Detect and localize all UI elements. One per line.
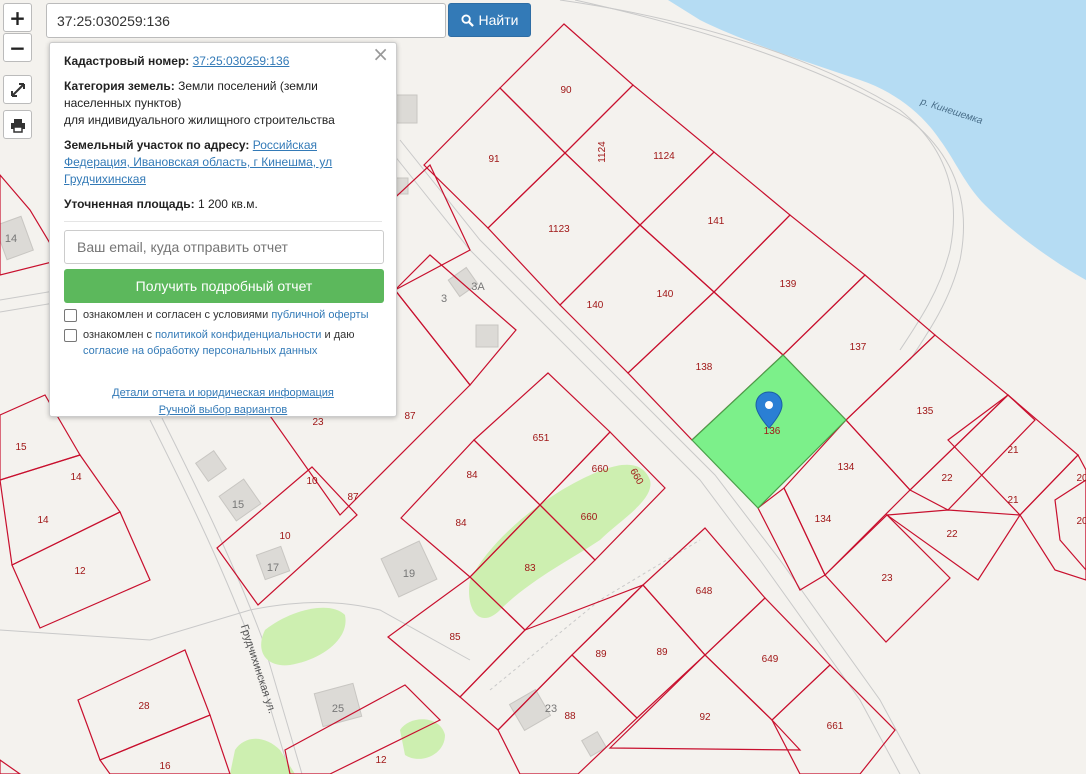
building-label: 3 [441, 293, 447, 305]
parcel-label: 136 [764, 426, 781, 437]
parcel-label: 1124 [653, 151, 675, 162]
parcel-label: 14 [70, 472, 82, 483]
building-label: 15 [232, 499, 244, 511]
parcel-label: 660 [581, 512, 598, 523]
parcel-label: 10 [306, 476, 318, 487]
parcel-info-popup: × Кадастровый номер: 37:25:030259:136 Ка… [49, 42, 397, 417]
search-button-label: Найти [478, 12, 519, 28]
parcel-label: 87 [347, 492, 359, 503]
parcel-label: 137 [850, 342, 867, 353]
parcel-label: 135 [917, 406, 934, 417]
search-icon [460, 13, 474, 27]
area-value: 1 200 кв.м. [197, 197, 258, 211]
checkbox-box[interactable] [64, 309, 77, 322]
parcel-label: 1124 [597, 141, 608, 163]
parcel-label: 90 [560, 85, 572, 96]
parcel-label: 84 [455, 518, 467, 529]
cadastral-label: Кадастровый номер: [64, 54, 190, 68]
parcel-label: 23 [881, 573, 893, 584]
checkbox-text: и даю [321, 329, 355, 341]
parcel-label: 12 [375, 755, 387, 766]
parcel-label: 12 [74, 566, 86, 577]
zoom-out-button[interactable]: − [3, 33, 32, 62]
parcel-label: 20 [1076, 473, 1086, 484]
parcel-label: 660 [592, 464, 609, 475]
parcel-label: 22 [941, 473, 953, 484]
park [400, 719, 445, 759]
category-label: Категория земель: [64, 79, 175, 93]
park [261, 607, 346, 666]
printer-icon [10, 118, 25, 133]
parcel-label: 1123 [548, 224, 570, 235]
parcel-label: 648 [696, 586, 713, 597]
checkbox-text: ознакомлен и согласен с условиями [83, 309, 272, 321]
building-label: 19 [403, 568, 415, 580]
parcel-label: 138 [696, 362, 713, 373]
parcel-label: 20 [1076, 516, 1086, 527]
area-label: Уточненная площадь: [64, 197, 195, 211]
parcel-label: 91 [488, 154, 500, 165]
building-label: 23 [545, 703, 557, 715]
parcel-label: 84 [466, 470, 478, 481]
parcel-label: 651 [533, 433, 550, 444]
offer-link[interactable]: публичной оферты [271, 309, 368, 321]
parcel-label: 134 [838, 462, 855, 473]
divider [64, 221, 382, 222]
building-label: 17 [267, 562, 279, 574]
address-label: Земельный участок по адресу: [64, 138, 250, 152]
building-label: 25 [332, 703, 344, 715]
parcel-label: 28 [138, 701, 150, 712]
checkbox-text: ознакомлен с [83, 329, 156, 341]
parcel-label: 141 [708, 216, 725, 227]
privacy-agreement-checkbox[interactable]: ознакомлен с политикой конфиденциальност… [64, 327, 382, 359]
parcel-label: 85 [449, 632, 461, 643]
checkbox-box[interactable] [64, 329, 77, 342]
parcel-label: 21 [1007, 445, 1019, 456]
parcel-label: 134 [815, 514, 832, 525]
search-input[interactable] [46, 3, 446, 38]
print-button[interactable] [3, 110, 32, 139]
parcel-label: 16 [159, 761, 171, 772]
zoom-in-button[interactable]: + [3, 3, 32, 32]
river-water [668, 0, 1086, 280]
parcel-label: 14 [37, 515, 49, 526]
parcel-label: 89 [656, 647, 668, 658]
parcel-label: 140 [587, 300, 604, 311]
manual-select-link[interactable]: Ручной выбор вариантов [64, 402, 382, 419]
category-use: для индивидуального жилищного строительс… [64, 113, 335, 127]
parcel-label: 649 [762, 654, 779, 665]
parcel-label: 15 [15, 442, 27, 453]
parcel-label: 661 [827, 721, 844, 732]
email-field[interactable] [64, 230, 384, 264]
privacy-link[interactable]: политикой конфиденциальности [155, 329, 321, 341]
consent-link[interactable]: согласие на обработку персональных данны… [83, 345, 317, 357]
offer-agreement-checkbox[interactable]: ознакомлен и согласен с условиями публич… [64, 307, 382, 323]
parcel-label: 10 [279, 531, 291, 542]
close-icon[interactable]: × [372, 44, 389, 64]
parcel-label: 87 [404, 411, 416, 422]
details-link[interactable]: Детали отчета и юридическая информация [64, 385, 382, 402]
building-label: 3A [471, 281, 485, 293]
parcel-label: 139 [780, 279, 797, 290]
get-report-button[interactable]: Получить подробный отчет [64, 269, 384, 303]
expand-icon [10, 82, 25, 97]
parcel-label: 92 [699, 712, 711, 723]
parcel-label: 89 [595, 649, 607, 660]
fullscreen-button[interactable] [3, 75, 32, 104]
search-button[interactable]: Найти [448, 3, 531, 37]
cadastral-link[interactable]: 37:25:030259:136 [193, 54, 290, 68]
building-label: 14 [5, 233, 17, 245]
parcel-label: 22 [946, 529, 958, 540]
parcel-label: 21 [1007, 495, 1019, 506]
parcel-label: 88 [564, 711, 576, 722]
parcel-label: 83 [524, 563, 536, 574]
parcel-label: 140 [657, 289, 674, 300]
